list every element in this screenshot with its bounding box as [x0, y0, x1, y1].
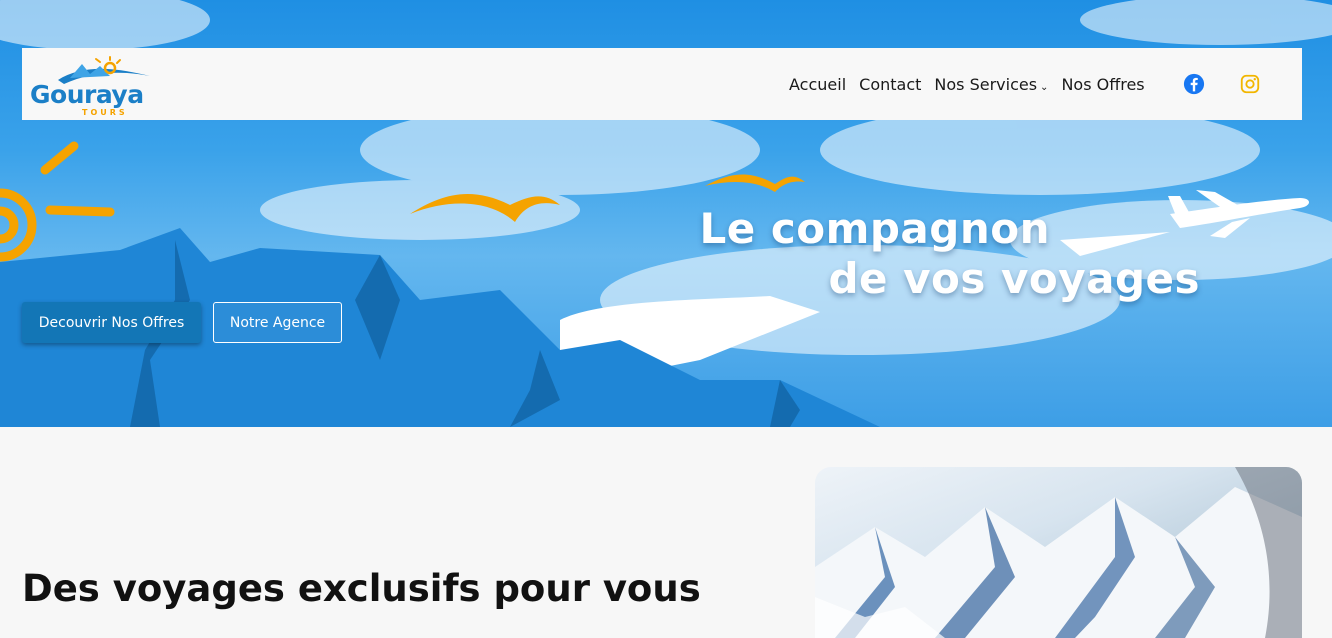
facebook-icon[interactable]: [1183, 73, 1205, 95]
nav-item-nos-services-label: Nos Services: [934, 74, 1038, 94]
hero-heading: Le compagnon de vos voyages: [699, 204, 1200, 304]
main-menu: Accueil Contact Nos Services ⌄ Nos Offres: [789, 48, 1158, 120]
hero-heading-line2: de vos voyages: [828, 254, 1200, 303]
our-agency-button[interactable]: Notre Agence: [213, 302, 342, 343]
navbar: Gouraya TOURS Accueil Contact Nos Servic…: [22, 48, 1302, 120]
brand-name: Gouraya: [30, 80, 144, 109]
nav-item-nos-offres[interactable]: Nos Offres: [1061, 75, 1144, 94]
brand-tagline: TOURS: [82, 108, 128, 117]
hero-heading-line1: Le compagnon: [699, 204, 1050, 253]
instagram-icon[interactable]: [1239, 73, 1261, 95]
nav-item-nos-services[interactable]: Nos Services ⌄: [934, 75, 1048, 94]
mountains-aerial-photo: [815, 467, 1302, 638]
discover-offers-button[interactable]: Decouvrir Nos Offres: [22, 302, 201, 343]
nav-item-contact[interactable]: Contact: [859, 75, 921, 94]
nav-item-accueil[interactable]: Accueil: [789, 75, 846, 94]
section-title: Des voyages exclusifs pour vous: [22, 567, 701, 610]
brand-logo[interactable]: Gouraya TOURS: [30, 56, 154, 117]
chevron-down-icon: ⌄: [1040, 81, 1049, 93]
